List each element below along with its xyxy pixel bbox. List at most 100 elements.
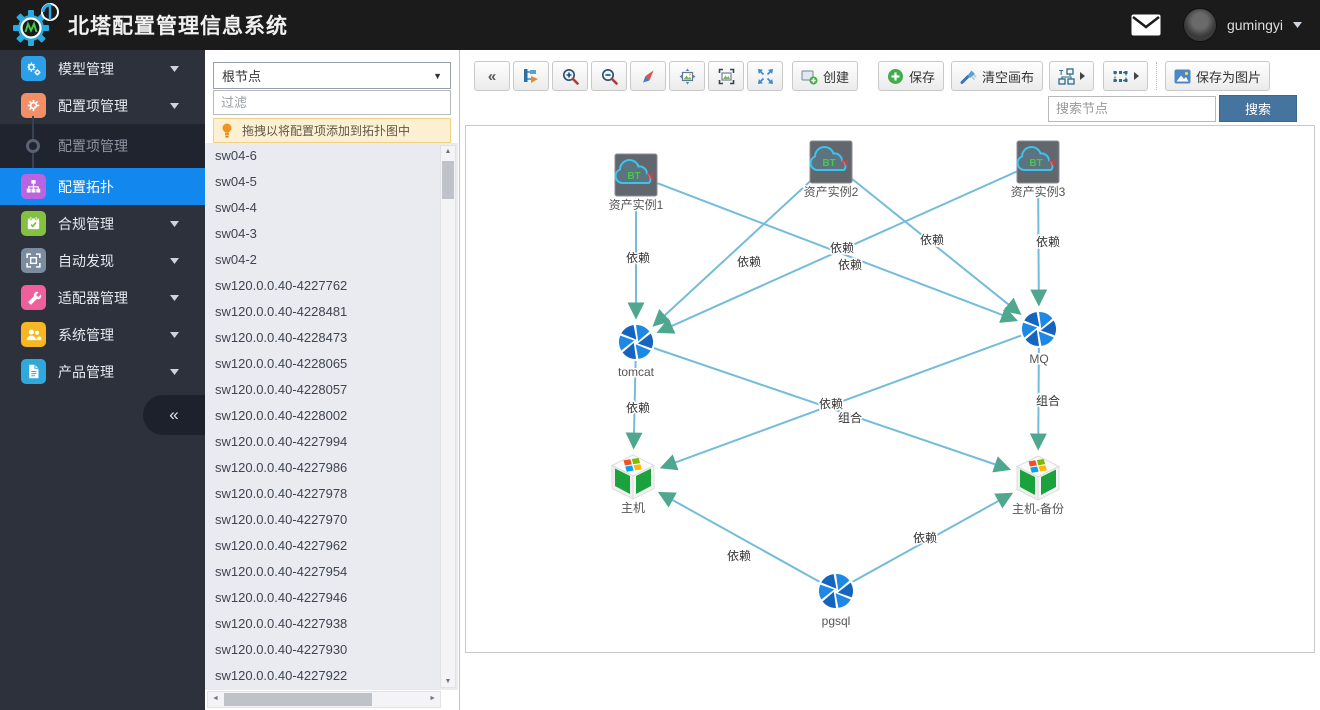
mail-icon[interactable] (1131, 14, 1161, 36)
wrench-icon (21, 285, 46, 310)
edge-label: 组合 (1036, 393, 1060, 408)
ci-list-item[interactable]: sw120.0.0.40-4227946 (205, 585, 458, 611)
svg-text:BT: BT (822, 158, 835, 169)
ci-list-item[interactable]: sw120.0.0.40-4227986 (205, 455, 458, 481)
ci-list-item[interactable]: sw120.0.0.40-4228065 (205, 351, 458, 377)
ci-list-item[interactable]: sw120.0.0.40-4228481 (205, 299, 458, 325)
scroll-left-icon[interactable]: ◄ (212, 695, 219, 702)
topo-edge-pgsql-host[interactable] (657, 491, 820, 583)
expand-layout-button[interactable] (747, 61, 783, 91)
scroll-up-icon[interactable]: ▲ (441, 148, 455, 155)
sidebar-item-label: 系统管理 (58, 326, 114, 343)
clear-canvas-button[interactable]: 清空画布 (951, 61, 1044, 91)
chevron-down-icon (170, 257, 179, 264)
ci-list-item[interactable]: sw120.0.0.40-4227930 (205, 637, 458, 663)
ci-list-item[interactable]: sw04-3 (205, 221, 458, 247)
vertical-scroll-thumb[interactable] (442, 161, 454, 199)
ci-list-item[interactable]: sw120.0.0.40-4227954 (205, 559, 458, 585)
ci-list-item[interactable]: sw120.0.0.40-4227978 (205, 481, 458, 507)
horizontal-scrollbar[interactable]: ◄ ► (207, 691, 441, 708)
sidebar-item-7[interactable]: 产品管理 (0, 353, 205, 390)
ci-list-item[interactable]: sw04-4 (205, 195, 458, 221)
ci-list-item[interactable]: sw120.0.0.40-4228002 (205, 403, 458, 429)
avatar[interactable] (1182, 8, 1217, 42)
sidebar-menu: 模型管理 配置项管理 配置项管理 配置拓扑 合规管理 自动发现 适配器管理 系统管理 产品管理 (0, 50, 205, 390)
node-label: 资产实例3 (1011, 184, 1066, 199)
zoom-in-button[interactable] (552, 61, 588, 91)
sidebar-item-label: 产品管理 (58, 363, 114, 380)
ci-list-item[interactable]: sw04-6 (205, 143, 458, 169)
ci-list-item[interactable]: sw120.0.0.40-4227994 (205, 429, 458, 455)
sidebar-item-0[interactable]: 模型管理 (0, 50, 205, 87)
username: gumingyi (1226, 17, 1283, 33)
topo-edge-asset2-tomcat[interactable] (652, 176, 815, 327)
pan-image-icon (679, 68, 695, 84)
create-label: 创建 (823, 69, 850, 85)
ci-list-item[interactable]: sw120.0.0.40-4227922 (205, 663, 458, 689)
tree-panel: 根节点 ▼ 拖拽以将配置项添加到拓扑图中 sw04-6sw04-5sw04-4s… (205, 50, 460, 710)
user-menu[interactable]: gumingyi (1182, 8, 1302, 42)
filter-input[interactable] (213, 90, 451, 115)
sidebar-item-label: 配置项管理 (58, 97, 128, 114)
topo-node-tomcat[interactable] (615, 322, 658, 362)
search-input[interactable] (1048, 95, 1216, 122)
zoom-out-button[interactable] (591, 61, 627, 91)
topology-main: « 创建 保存 清空画布 T 保存为图片 搜索节点 搜索 依赖 依赖 依赖 依赖… (460, 50, 1320, 710)
sidebar-item-6[interactable]: 系统管理 (0, 316, 205, 353)
sitemap-icon (21, 174, 46, 199)
sidebar-item-5[interactable]: 适配器管理 (0, 279, 205, 316)
crop-icon (21, 248, 46, 273)
sidebar-item-label: 模型管理 (58, 60, 114, 77)
save-button[interactable]: 保存 (878, 61, 945, 91)
root-node-select[interactable]: 根节点 ▼ (213, 62, 451, 89)
sidebar-item-4[interactable]: 自动发现 (0, 242, 205, 279)
fit-image-icon (718, 68, 734, 84)
bulb-icon (222, 123, 232, 138)
ci-list-item[interactable]: sw120.0.0.40-4227938 (205, 611, 458, 637)
topo-node-asset1[interactable]: BT N (614, 153, 658, 197)
sidebar-subitem[interactable]: 配置项管理 (0, 126, 205, 166)
layout-menu-button[interactable]: T (1049, 61, 1095, 91)
horizontal-scroll-thumb[interactable] (224, 693, 372, 706)
search-button[interactable]: 搜索 (1219, 95, 1297, 122)
collapse-panel-button[interactable]: « (474, 61, 510, 91)
sidebar-item-2[interactable]: 配置拓扑 (0, 168, 205, 205)
topo-node-host[interactable] (610, 454, 656, 500)
save-as-image-label: 保存为图片 (1196, 69, 1262, 85)
create-button[interactable]: 创建 (792, 61, 859, 91)
calendar-check-icon (21, 211, 46, 236)
topo-node-mq[interactable] (1018, 309, 1061, 349)
ci-list-item[interactable]: sw120.0.0.40-4227762 (205, 273, 458, 299)
ci-list-item[interactable]: sw04-5 (205, 169, 458, 195)
ci-list-item[interactable]: sw120.0.0.40-4228473 (205, 325, 458, 351)
tree-layout-button[interactable] (513, 61, 549, 91)
pan-view-button[interactable] (669, 61, 705, 91)
save-as-image-button[interactable]: 保存为图片 (1165, 61, 1271, 91)
topo-node-asset3[interactable]: BT N (1016, 140, 1060, 184)
scroll-down-icon[interactable]: ▼ (441, 678, 455, 685)
chevron-down-icon (170, 102, 179, 109)
topo-node-hostbk[interactable] (1015, 455, 1061, 501)
scroll-right-icon[interactable]: ► (429, 695, 436, 702)
compass-icon (642, 70, 653, 82)
sidebar-item-1[interactable]: 配置项管理 (0, 87, 205, 124)
drag-hint: 拖拽以将配置项添加到拓扑图中 (213, 118, 451, 143)
vertical-scrollbar[interactable]: ▲ ▼ (440, 145, 456, 688)
ci-list-item[interactable]: sw04-2 (205, 247, 458, 273)
ci-list-item[interactable]: sw120.0.0.40-4227962 (205, 533, 458, 559)
navigate-button[interactable] (630, 61, 666, 91)
selection-menu-button[interactable] (1103, 61, 1149, 91)
topology-canvas[interactable]: 依赖 依赖 依赖 依赖 依赖 依赖 依赖 依赖 组合 组合 依赖 依赖 BT N 资产实例1 BT N 资产实例2… (465, 125, 1315, 653)
ci-list-item[interactable]: sw120.0.0.40-4227970 (205, 507, 458, 533)
ci-list-item[interactable]: sw120.0.0.40-4228057 (205, 377, 458, 403)
edge-label: 依赖 (727, 548, 751, 563)
node-label: 资产实例1 (609, 197, 664, 212)
sidebar-item-3[interactable]: 合规管理 (0, 205, 205, 242)
sidebar-collapse-button[interactable]: « (143, 395, 205, 435)
chevron-down-icon (170, 294, 179, 301)
fit-view-button[interactable] (708, 61, 744, 91)
node-label: 主机-备份 (1012, 502, 1064, 516)
gear-icon (21, 93, 46, 118)
topo-node-asset2[interactable]: BT N (809, 140, 853, 184)
topo-node-pgsql[interactable] (815, 571, 858, 611)
